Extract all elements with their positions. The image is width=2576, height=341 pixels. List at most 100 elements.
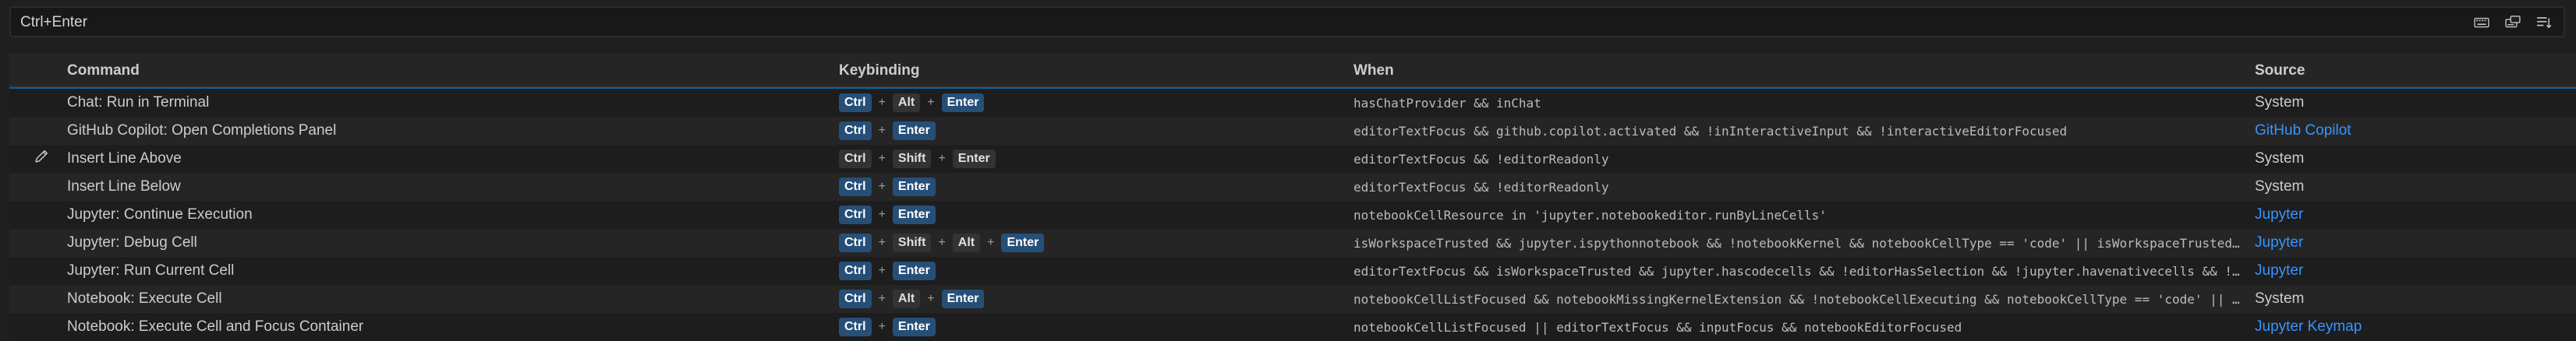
key-separator: + bbox=[878, 236, 886, 249]
keycap: Enter bbox=[941, 93, 985, 112]
keybinding-cell: Ctrl + Shift + Enter bbox=[839, 145, 1338, 173]
search-actions bbox=[2472, 14, 2554, 31]
table-row[interactable]: Jupyter: Run Current Cell Ctrl + Enter edi… bbox=[9, 257, 2576, 285]
keycap: Shift bbox=[892, 149, 932, 168]
when-cell: editorTextFocus && !editorReadonly bbox=[1353, 145, 2242, 173]
key-separator: + bbox=[878, 292, 886, 305]
keycap: Enter bbox=[941, 290, 985, 308]
search-box[interactable] bbox=[9, 6, 2565, 37]
when-cell: notebookCellResource in 'jupyter.noteboo… bbox=[1353, 201, 2242, 229]
command-label: Insert Line Below bbox=[67, 178, 181, 195]
when-cell: editorTextFocus && !editorReadonly bbox=[1353, 173, 2242, 201]
table-row[interactable]: Insert Line Above Ctrl + Shift + Enter edito… bbox=[9, 145, 2576, 173]
edit-keybinding-cell bbox=[33, 173, 64, 201]
header-keybinding[interactable]: Keybinding bbox=[839, 62, 919, 79]
keycap: Enter bbox=[892, 121, 936, 140]
keybinding-cell: Ctrl + Enter bbox=[839, 117, 1338, 145]
when-cell: editorTextFocus && github.copilot.activa… bbox=[1353, 117, 2242, 145]
keybinding-cell: Ctrl + Enter bbox=[839, 257, 1338, 285]
edit-keybinding-cell bbox=[33, 313, 64, 341]
keycap: Enter bbox=[892, 262, 936, 280]
command-cell: Insert Line Above bbox=[67, 145, 831, 173]
command-label: GitHub Copilot: Open Completions Panel bbox=[67, 122, 337, 139]
sort-by-precedence-icon[interactable] bbox=[2534, 14, 2554, 31]
source-cell: GitHub Copilot bbox=[2255, 117, 2567, 145]
key-separator: + bbox=[878, 208, 886, 221]
edit-keybinding-cell bbox=[33, 117, 64, 145]
keycap: Ctrl bbox=[839, 93, 872, 112]
source-extension-link[interactable]: GitHub Copilot bbox=[2255, 122, 2351, 139]
command-cell: Jupyter: Continue Execution bbox=[67, 201, 831, 229]
keybinding-cell: Ctrl + Alt + Enter bbox=[839, 285, 1338, 313]
table-row[interactable]: Notebook: Execute Cell and Focus Contain… bbox=[9, 313, 2576, 341]
when-expression: isWorkspaceTrusted && jupyter.ispythonno… bbox=[1353, 235, 2240, 251]
command-label: Jupyter: Continue Execution bbox=[67, 206, 253, 223]
command-label: Jupyter: Debug Cell bbox=[67, 234, 197, 251]
keycap: Ctrl bbox=[839, 121, 872, 140]
when-cell: hasChatProvider && inChat bbox=[1353, 89, 2242, 117]
table-row[interactable]: GitHub Copilot: Open Completions Panel C… bbox=[9, 117, 2576, 145]
edit-keybinding-cell bbox=[33, 257, 64, 285]
edit-keybinding-cell bbox=[33, 145, 64, 173]
key-separator: + bbox=[938, 236, 946, 249]
key-separator: + bbox=[987, 236, 995, 249]
edit-keybinding-cell bbox=[33, 201, 64, 229]
source-label: System bbox=[2255, 290, 2305, 307]
keycap: Enter bbox=[892, 178, 936, 196]
keybinding-cell: Ctrl + Enter bbox=[839, 201, 1338, 229]
key-separator: + bbox=[878, 180, 886, 193]
record-keys-icon[interactable] bbox=[2503, 14, 2523, 31]
when-cell: notebookCellListFocused && notebookMissi… bbox=[1353, 285, 2242, 313]
header-when[interactable]: When bbox=[1353, 62, 1394, 79]
table-row[interactable]: Jupyter: Continue Execution Ctrl + Enter n… bbox=[9, 201, 2576, 229]
command-label: Notebook: Execute Cell and Focus Contain… bbox=[67, 318, 364, 335]
key-separator: + bbox=[878, 96, 886, 109]
source-extension-link[interactable]: Jupyter bbox=[2255, 206, 2303, 223]
header-command[interactable]: Command bbox=[67, 62, 140, 79]
command-cell: GitHub Copilot: Open Completions Panel bbox=[67, 117, 831, 145]
keycap: Enter bbox=[1001, 234, 1045, 252]
keycap: Ctrl bbox=[839, 290, 872, 308]
command-label: Insert Line Above bbox=[67, 150, 182, 167]
search-input[interactable] bbox=[20, 13, 2437, 32]
when-cell: isWorkspaceTrusted && jupyter.ispythonno… bbox=[1353, 229, 2242, 257]
source-label: System bbox=[2255, 150, 2305, 167]
source-extension-link[interactable]: Jupyter Keymap bbox=[2255, 318, 2362, 336]
source-extension-link[interactable]: Jupyter bbox=[2255, 262, 2303, 279]
table-body: Chat: Run in Terminal Ctrl + Alt + Enter has… bbox=[9, 87, 2576, 341]
keycap: Alt bbox=[952, 234, 981, 252]
source-cell: Jupyter bbox=[2255, 201, 2567, 229]
keybinding-cell: Ctrl + Enter bbox=[839, 313, 1338, 341]
when-expression: notebookCellListFocused || editorTextFoc… bbox=[1353, 319, 1962, 335]
keybinding-cell: Ctrl + Shift + Alt + Enter bbox=[839, 229, 1338, 257]
source-cell: Jupyter Keymap bbox=[2255, 313, 2567, 341]
source-label: System bbox=[2255, 178, 2305, 195]
edit-keybinding-cell bbox=[33, 285, 64, 313]
key-separator: + bbox=[878, 152, 886, 165]
when-expression: editorTextFocus && !editorReadonly bbox=[1353, 179, 1609, 195]
keycap: Enter bbox=[952, 149, 996, 168]
header-source[interactable]: Source bbox=[2255, 62, 2305, 79]
table-row[interactable]: Insert Line Below Ctrl + Enter editorTextF… bbox=[9, 173, 2576, 201]
source-cell: System bbox=[2255, 89, 2567, 117]
keycap: Ctrl bbox=[839, 318, 872, 336]
table-row[interactable]: Jupyter: Debug Cell Ctrl + Shift + Alt + Enter… bbox=[9, 229, 2576, 257]
when-expression: hasChatProvider && inChat bbox=[1353, 95, 1541, 111]
keycap: Ctrl bbox=[839, 149, 872, 168]
command-cell: Notebook: Execute Cell bbox=[67, 285, 831, 313]
command-label: Chat: Run in Terminal bbox=[67, 94, 210, 111]
keybinding-cell: Ctrl + Enter bbox=[839, 173, 1338, 201]
when-expression: notebookCellResource in 'jupyter.noteboo… bbox=[1353, 207, 1827, 223]
pencil-icon[interactable] bbox=[33, 148, 50, 170]
command-label: Jupyter: Run Current Cell bbox=[67, 262, 235, 279]
source-extension-link[interactable]: Jupyter bbox=[2255, 234, 2303, 251]
keycap: Ctrl bbox=[839, 262, 872, 280]
source-cell: System bbox=[2255, 285, 2567, 313]
table-row[interactable]: Notebook: Execute Cell Ctrl + Alt + Enter no… bbox=[9, 285, 2576, 313]
key-separator: + bbox=[878, 320, 886, 333]
table-row[interactable]: Chat: Run in Terminal Ctrl + Alt + Enter has… bbox=[9, 89, 2576, 117]
command-cell: Chat: Run in Terminal bbox=[67, 89, 831, 117]
keyboard-icon[interactable] bbox=[2472, 14, 2492, 31]
keycap: Ctrl bbox=[839, 206, 872, 224]
key-separator: + bbox=[938, 152, 946, 165]
